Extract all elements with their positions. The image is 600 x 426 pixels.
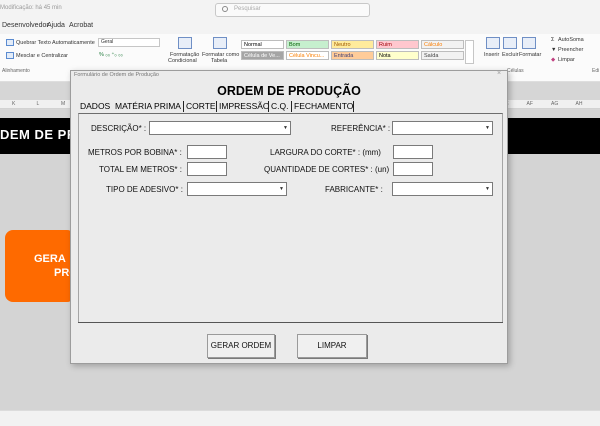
fabricante-combo[interactable]: ▼ (392, 182, 493, 196)
search-icon (222, 6, 228, 12)
tab-separator (353, 101, 354, 112)
tab-panel-edge (78, 322, 503, 323)
chevron-down-icon[interactable]: ▼ (283, 125, 288, 131)
form-heading: ORDEM DE PRODUÇÃO (217, 84, 361, 98)
tab-separator (268, 101, 269, 112)
edit-group-label: Edi (592, 68, 600, 74)
generate-shape-line1: GERA (34, 253, 66, 265)
conditional-format-icon (178, 37, 192, 49)
column-letter[interactable]: AG (551, 101, 558, 107)
generate-order-shape[interactable] (5, 230, 75, 302)
delete-cells-icon (503, 37, 517, 49)
total-metros-label: TOTAL EM METROS* : (99, 165, 182, 174)
column-letter[interactable]: M (61, 101, 65, 107)
cell-style-4[interactable]: Cálculo (421, 40, 464, 49)
tab-dados[interactable]: DADOS (80, 101, 110, 111)
insert-cells-button[interactable]: Inserir (484, 52, 499, 58)
column-letter[interactable]: AF (527, 101, 533, 107)
format-cells-button[interactable]: Formatar (519, 52, 541, 58)
quantidade-cortes-input[interactable] (393, 162, 433, 176)
chevron-down-icon[interactable]: ▼ (485, 186, 490, 192)
insert-cells-icon (486, 37, 500, 49)
gerar-ordem-button[interactable]: GERAR ORDEM (207, 334, 275, 358)
tab-panel-materia-prima (78, 113, 503, 323)
fill-button[interactable]: Preencher (558, 47, 583, 53)
column-letter[interactable]: L (37, 101, 40, 107)
autosum-button[interactable]: AutoSoma (558, 37, 584, 43)
close-icon[interactable]: × (497, 70, 501, 77)
descricao-combo[interactable]: ▼ (149, 121, 291, 135)
menu-acrobat[interactable]: Acrobat (69, 22, 93, 29)
cell-style-7[interactable]: Entrada (331, 51, 374, 60)
fill-icon: ▼ (551, 47, 557, 53)
largura-corte-label: LARGURA DO CORTE* : (mm) (270, 148, 381, 157)
cells-group-label: Células (507, 68, 524, 74)
sheet-title-text: DEM DE PR (0, 127, 77, 142)
tipo-adesivo-label: TIPO DE ADESIVO* : (106, 185, 183, 194)
total-metros-input[interactable] (187, 162, 227, 176)
alignment-group-label: Alinhamento (2, 68, 30, 74)
clear-icon: ◆ (551, 57, 556, 63)
delete-cells-button[interactable]: Excluir (502, 52, 519, 58)
column-letter[interactable]: AH (576, 101, 583, 107)
chevron-down-icon[interactable]: ▼ (485, 125, 490, 131)
number-format-select[interactable]: Geral (98, 38, 160, 47)
sheet-tabs-bar (0, 410, 600, 426)
styles-scroll-button[interactable] (465, 40, 474, 64)
tipo-adesivo-combo[interactable]: ▼ (187, 182, 287, 196)
percent-icon[interactable]: % ₀₀ ⁺₀ ₀₀ (99, 52, 123, 58)
tab-separator (183, 101, 184, 112)
format-table-label2[interactable]: Tabela (211, 58, 227, 64)
merge-center-icon (6, 52, 14, 59)
wrap-text-button[interactable]: Quebrar Texto Automaticamente (16, 40, 95, 46)
tab-cq[interactable]: C.Q. (271, 101, 288, 111)
clear-button[interactable]: Limpar (558, 57, 575, 63)
tab-fechamento[interactable]: FECHAMENTO (294, 101, 353, 111)
tab-impressao[interactable]: IMPRESSÃO (219, 101, 270, 111)
menu-desenvolvedor[interactable]: Desenvolvedor (2, 22, 49, 29)
cell-style-1[interactable]: Bom (286, 40, 329, 49)
dialog-caption: Formulário de Ordem de Produção (74, 72, 159, 78)
cell-style-2[interactable]: Neutro (331, 40, 374, 49)
cell-style-6[interactable]: Célula Vincu... (286, 51, 329, 60)
referencia-label: REFERÊNCIA* : (331, 124, 391, 133)
tab-separator (216, 101, 217, 112)
title-bar: Modificação: há 45 min Pesquisar (0, 0, 600, 20)
format-cells-icon (522, 37, 536, 49)
metros-bobina-label: METROS POR BOBINA* : (88, 148, 182, 157)
menu-bar: Desenvolvedor Ajuda Acrobat (0, 20, 600, 34)
cell-style-9[interactable]: Saída (421, 51, 464, 60)
tab-corte[interactable]: CORTE (186, 101, 216, 111)
largura-corte-input[interactable] (393, 145, 433, 159)
cell-style-3[interactable]: Ruim (376, 40, 419, 49)
wrap-text-icon (6, 39, 14, 46)
cell-style-0[interactable]: Normal (241, 40, 284, 49)
referencia-combo[interactable]: ▼ (392, 121, 493, 135)
descricao-label: DESCRIÇÃO* : (91, 124, 147, 133)
metros-bobina-input[interactable] (187, 145, 227, 159)
search-placeholder: Pesquisar (234, 6, 261, 12)
column-letter[interactable]: K (12, 101, 15, 107)
number-format-value: Geral (101, 39, 114, 45)
limpar-button[interactable]: LIMPAR (297, 334, 367, 358)
tab-materia-prima[interactable]: MATÉRIA PRIMA (115, 101, 181, 111)
fabricante-label: FABRICANTE* : (325, 185, 383, 194)
tab-separator (291, 101, 292, 112)
cell-style-8[interactable]: Nota (376, 51, 419, 60)
menu-ajuda[interactable]: Ajuda (47, 22, 65, 29)
format-table-icon (213, 37, 227, 49)
autosum-icon: Σ (551, 37, 555, 43)
cell-style-5[interactable]: Célula de Ve... (241, 51, 284, 60)
chevron-down-icon[interactable]: ▼ (279, 186, 284, 192)
conditional-format-label2[interactable]: Condicional (168, 58, 197, 64)
merge-center-button[interactable]: Mesclar e Centralizar (16, 53, 68, 59)
search-input[interactable]: Pesquisar (215, 3, 370, 17)
window-title: Modificação: há 45 min (0, 5, 62, 11)
quantidade-cortes-label: QUANTIDADE DE CORTES* : (un) (264, 165, 390, 174)
